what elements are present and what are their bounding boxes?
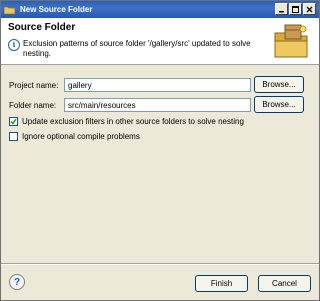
footer-divider — [1, 263, 319, 265]
project-name-row: Project name: gallery — [9, 78, 251, 92]
close-button[interactable] — [303, 3, 316, 15]
help-button[interactable]: ? — [9, 274, 25, 290]
maximize-button[interactable] — [289, 3, 302, 15]
title-bar[interactable]: New Source Folder — [1, 1, 319, 18]
dialog-header: Source Folder i Exclusion patterns of so… — [1, 18, 319, 65]
ignore-optional-option[interactable]: Ignore optional compile problems — [9, 132, 140, 141]
update-exclusion-option[interactable]: Update exclusion filters in other source… — [9, 117, 244, 126]
help-icon: ? — [13, 276, 21, 288]
project-name-label: Project name: — [9, 80, 59, 90]
header-message: i Exclusion patterns of source folder '/… — [8, 39, 273, 59]
cancel-button[interactable]: Cancel — [258, 275, 311, 292]
ignore-optional-label: Ignore optional compile problems — [22, 132, 140, 141]
update-exclusion-checkbox[interactable] — [9, 117, 18, 126]
maximize-icon — [292, 5, 299, 13]
minimize-icon — [279, 10, 284, 12]
folder-name-input[interactable]: src/main/resources — [64, 98, 251, 112]
folder-name-label: Folder name: — [9, 100, 57, 110]
folder-icon — [4, 5, 16, 15]
finish-button[interactable]: Finish — [195, 275, 248, 292]
new-source-folder-dialog: New Source Folder Source Folder i Exclus… — [0, 0, 320, 301]
window-title: New Source Folder — [20, 5, 93, 14]
ignore-optional-checkbox[interactable] — [9, 132, 18, 141]
project-name-input[interactable]: gallery — [64, 78, 251, 92]
browse-project-button[interactable]: Browse... — [254, 76, 304, 93]
folder-package-graphic — [271, 21, 311, 63]
browse-folder-button[interactable]: Browse... — [254, 96, 304, 113]
checkmark-icon — [10, 118, 17, 125]
update-exclusion-label: Update exclusion filters in other source… — [22, 117, 244, 126]
folder-name-row: Folder name: src/main/resources — [9, 98, 251, 112]
minimize-button[interactable] — [275, 3, 288, 15]
info-icon: i — [8, 39, 20, 51]
page-title: Source Folder — [8, 22, 76, 33]
close-icon — [306, 6, 313, 12]
message-text: Exclusion patterns of source folder '/ga… — [23, 39, 251, 58]
